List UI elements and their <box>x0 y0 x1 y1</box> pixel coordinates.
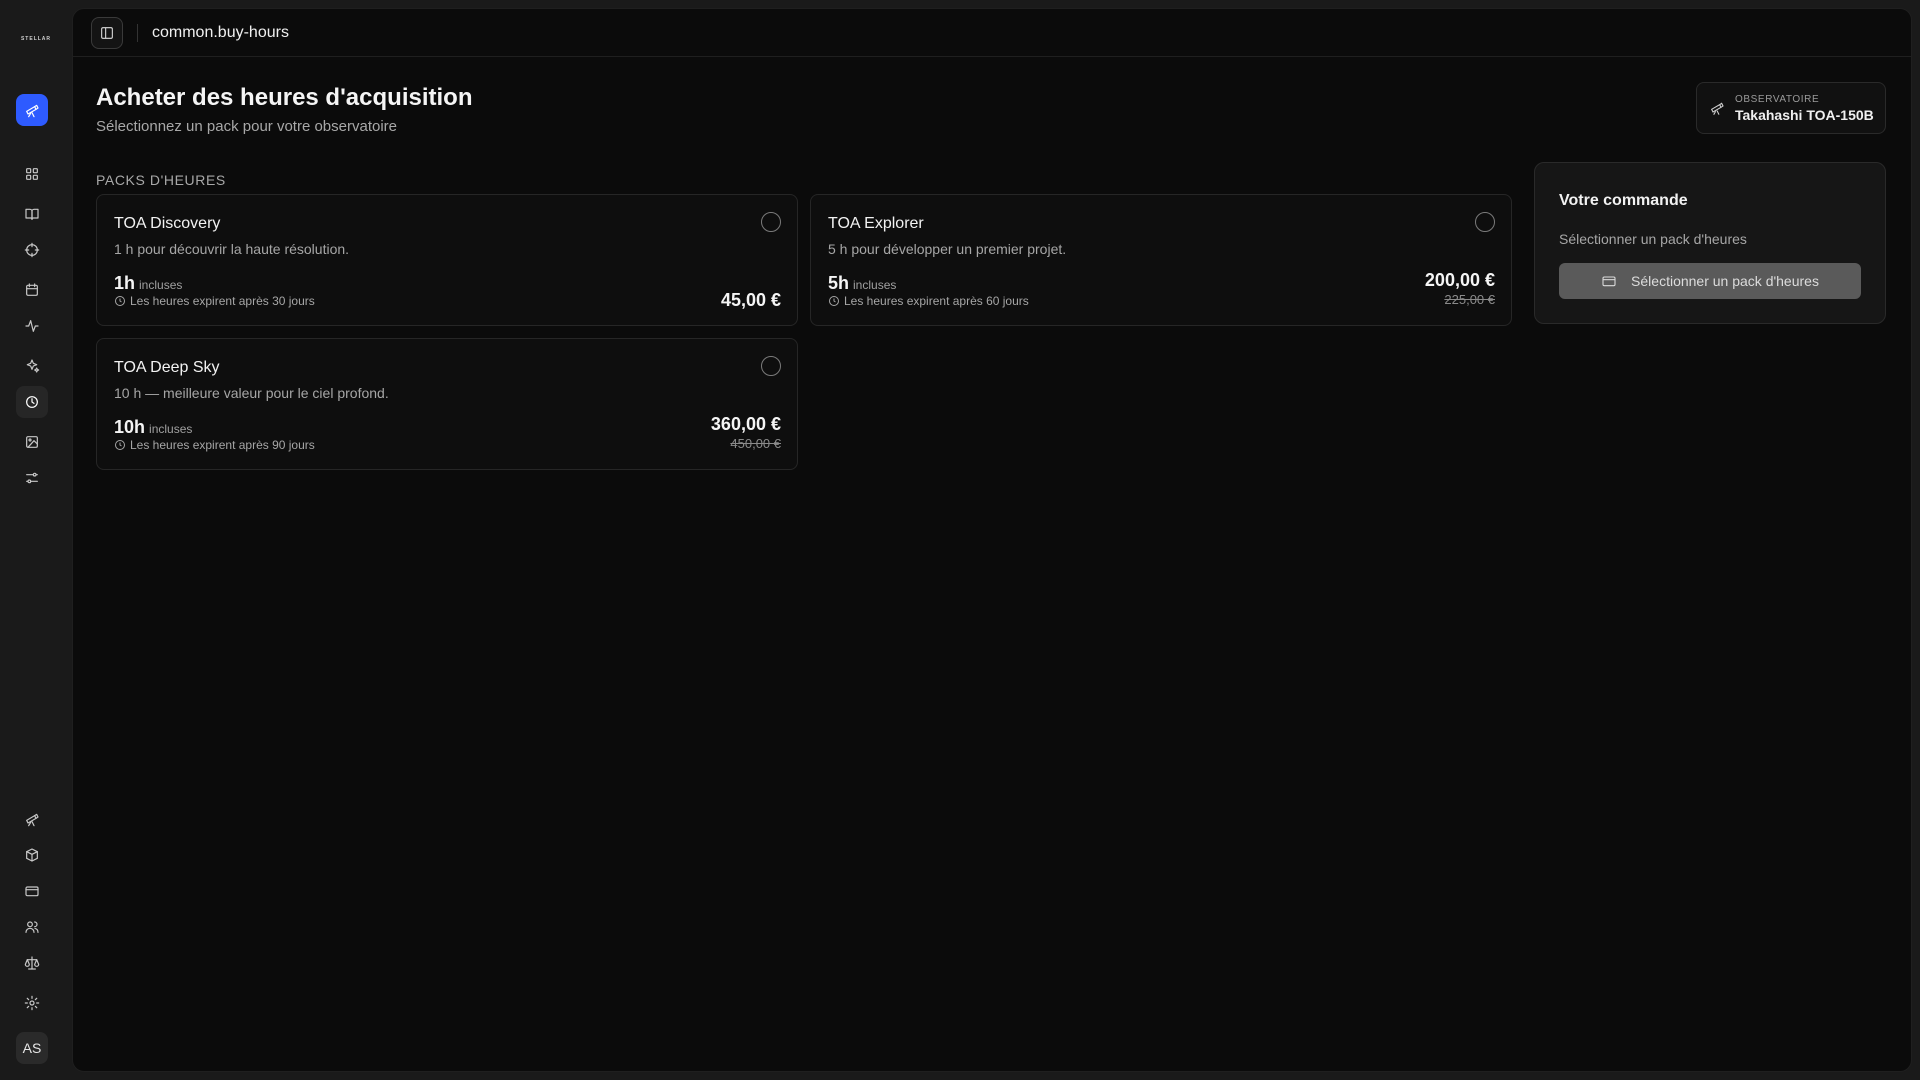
pack-card-discovery[interactable]: TOA Discovery 1 h pour découvrir la haut… <box>96 194 798 326</box>
nav-dashboard[interactable] <box>16 158 48 190</box>
observatory-label: OBSERVATOIRE <box>1735 93 1820 105</box>
pack-radio[interactable] <box>1475 212 1495 232</box>
pack-card-deep-sky[interactable]: TOA Deep Sky 10 h — meilleure valeur pou… <box>96 338 798 470</box>
pack-radio[interactable] <box>761 212 781 232</box>
clock-icon <box>115 296 125 306</box>
order-hint: Sélectionner un pack d'heures <box>1559 231 1747 247</box>
pack-price: 200,00 € <box>1424 270 1495 290</box>
pack-hours: 10h incluses <box>114 417 192 438</box>
nav-gallery[interactable] <box>16 426 48 458</box>
sidebar-toggle-button[interactable] <box>91 16 123 49</box>
breadcrumb: common.buy-hours <box>152 23 289 41</box>
pack-expiry-text: Les heures expirent après 90 jours <box>130 438 315 452</box>
nav-stars[interactable] <box>16 350 48 382</box>
pack-description: 5 h pour développer un premier projet. <box>828 241 1067 257</box>
divider <box>137 23 138 42</box>
observatory-name: Takahashi TOA-150B <box>1735 106 1874 123</box>
pack-old-price: 225,00 € <box>1444 292 1495 307</box>
page-subtitle: Sélectionnez un pack pour votre observat… <box>96 118 398 135</box>
pack-hours: 5h incluses <box>828 273 896 294</box>
pack-hours-value: 10h <box>114 417 146 437</box>
nav-packages[interactable] <box>16 839 48 871</box>
pack-price: 360,00 € <box>710 414 781 434</box>
nav-settings[interactable] <box>16 987 48 1019</box>
select-pack-button-label: Sélectionner un pack d'heures <box>1631 273 1819 289</box>
nav-legal[interactable] <box>16 947 48 979</box>
clock-icon <box>115 440 125 450</box>
pack-name: TOA Deep Sky <box>114 359 220 376</box>
nav-users[interactable] <box>16 911 48 943</box>
telescope-icon <box>26 813 39 827</box>
nav-calendar[interactable] <box>16 274 48 306</box>
sparkles-icon <box>26 359 40 373</box>
nav-catalog[interactable] <box>16 198 48 230</box>
page-title: Acheter des heures d'acquisition <box>96 84 473 111</box>
pack-expiry: Les heures expirent après 30 jours <box>114 294 315 308</box>
users-icon <box>25 921 39 933</box>
nav-buy-hours[interactable] <box>16 386 48 418</box>
top-bar: common.buy-hours <box>73 9 1911 57</box>
telescope-icon <box>26 104 39 118</box>
main-panel: common.buy-hours Acheter des heures d'ac… <box>72 8 1912 1072</box>
book-icon <box>25 208 39 220</box>
activity-icon <box>25 320 39 332</box>
pack-hours: 1h incluses <box>114 273 182 294</box>
box-icon <box>26 848 38 862</box>
nav-filters[interactable] <box>16 462 48 494</box>
pack-card-explorer[interactable]: TOA Explorer 5 h pour développer un prem… <box>810 194 1512 326</box>
pack-name: TOA Discovery <box>114 215 221 232</box>
pack-hours-included: incluses <box>139 278 183 292</box>
image-icon <box>26 436 38 448</box>
credit-card-icon <box>1602 276 1616 287</box>
telescope-icon-button[interactable] <box>16 94 48 126</box>
pack-expiry-text: Les heures expirent après 30 jours <box>130 294 315 308</box>
pack-old-price: 450,00 € <box>730 436 781 451</box>
section-label: PACKS D'HEURES <box>96 172 226 188</box>
nav-billing[interactable] <box>16 875 48 907</box>
avatar[interactable]: AS <box>16 1032 48 1064</box>
observatory-selector[interactable]: OBSERVATOIRE Takahashi TOA-150B <box>1696 82 1886 134</box>
pack-description: 10 h — meilleure valeur pour le ciel pro… <box>114 385 389 401</box>
pack-hours-value: 1h <box>114 273 136 293</box>
pack-name: TOA Explorer <box>828 215 924 232</box>
telescope-icon <box>1710 102 1724 115</box>
crosshair-icon <box>24 242 40 258</box>
page-header: Acheter des heures d'acquisition Sélecti… <box>96 84 472 135</box>
pack-price: 45,00 € <box>720 290 781 310</box>
nav-observatories[interactable] <box>16 803 48 835</box>
gear-icon <box>24 995 40 1011</box>
clock-icon <box>829 296 839 306</box>
calendar-icon <box>26 283 38 296</box>
pack-expiry: Les heures expirent après 60 jours <box>828 294 1029 308</box>
pack-description: 1 h pour découvrir la haute résolution. <box>114 241 350 257</box>
pack-expiry-text: Les heures expirent après 60 jours <box>844 294 1029 308</box>
clock-icon <box>26 396 38 408</box>
pack-radio[interactable] <box>761 356 781 376</box>
order-title: Votre commande <box>1559 192 1688 209</box>
sliders-icon <box>26 472 38 484</box>
pack-hours-included: incluses <box>149 422 193 436</box>
scale-icon <box>24 956 40 970</box>
panel-left-icon <box>101 26 113 39</box>
grid-icon <box>26 168 38 180</box>
sidebar: STELLAR AS <box>0 0 72 1080</box>
credit-card-icon <box>25 886 39 897</box>
pack-hours-value: 5h <box>828 273 850 293</box>
brand-logo-text: STELLAR <box>20 36 52 42</box>
brand-logo[interactable]: STELLAR <box>14 30 58 48</box>
select-pack-button[interactable]: Sélectionner un pack d'heures <box>1559 263 1861 299</box>
order-summary: Votre commande Sélectionner un pack d'he… <box>1534 162 1886 324</box>
nav-targets[interactable] <box>16 234 48 266</box>
pack-hours-included: incluses <box>853 278 897 292</box>
nav-activity[interactable] <box>16 310 48 342</box>
pack-expiry: Les heures expirent après 90 jours <box>114 438 315 452</box>
